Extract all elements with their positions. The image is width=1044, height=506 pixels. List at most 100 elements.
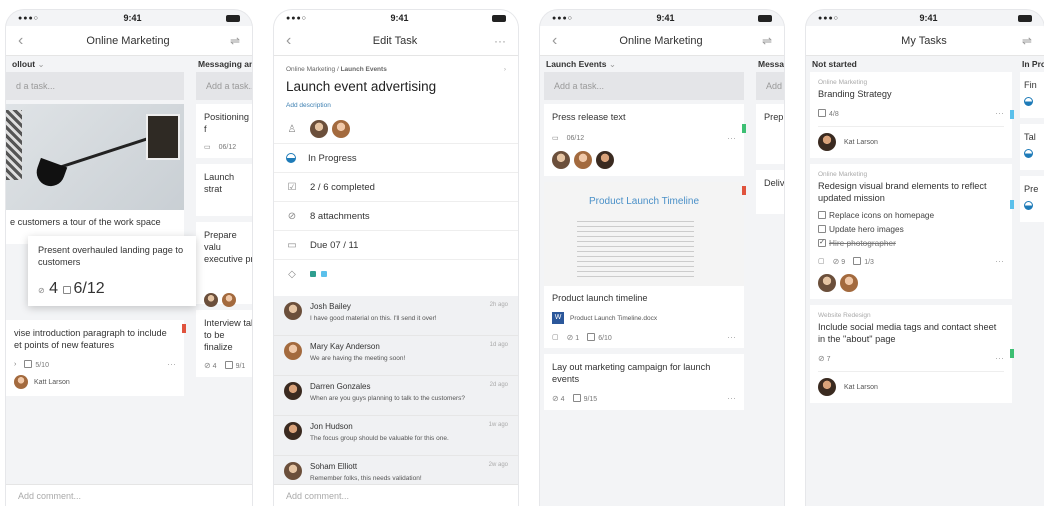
more-icon[interactable]: ··· <box>995 353 1004 363</box>
task-card[interactable]: Deliv <box>756 170 784 214</box>
task-card[interactable]: Positioning f ▭ 06/12 <box>196 104 252 158</box>
checkbox-icon <box>24 359 33 368</box>
assignee-row: Kat Larson <box>818 126 1004 151</box>
avatar <box>818 378 836 396</box>
card-meta: ▭ 06/12 <box>204 143 252 152</box>
status-bar: ●●●○ 9:41 <box>274 10 518 26</box>
task-card[interactable]: Prep <box>756 104 784 164</box>
picture-frame <box>6 110 22 180</box>
checklist-field[interactable]: ☑ 2 / 6 completed <box>274 173 518 202</box>
task-card[interactable]: Product Launch Timeline Product launch t… <box>544 182 746 348</box>
more-icon[interactable]: ··· <box>727 332 736 342</box>
wall-frame <box>146 114 180 160</box>
attachment-count: 7 <box>826 355 831 363</box>
card-title: Redesign visual brand elements to reflec… <box>818 181 987 203</box>
task-card[interactable]: Lay out marketing campaign for launch ev… <box>544 354 744 410</box>
more-icon[interactable]: ··· <box>167 359 176 369</box>
checklist-item[interactable]: Update hero images <box>818 224 1004 234</box>
more-icon[interactable]: ··· <box>490 34 506 48</box>
breadcrumb[interactable]: Online Marketing / Launch Events › <box>286 66 506 73</box>
card-meta: ▭ 06/12 ··· <box>552 133 736 143</box>
add-task-input[interactable]: Add a task... <box>196 72 252 100</box>
bucket-header[interactable]: Messag <box>752 56 784 72</box>
avatar <box>204 293 218 307</box>
checked-box-icon[interactable]: ✓ <box>818 239 826 247</box>
task-card[interactable]: vise introduction paragraph to include e… <box>6 320 186 396</box>
comment-text: Remember folks, this needs validation! <box>310 475 422 482</box>
task-title[interactable]: Launch event advertising <box>286 79 506 94</box>
add-task-input[interactable]: Add a task... <box>544 72 744 100</box>
checkbox-icon[interactable] <box>818 225 826 233</box>
back-icon[interactable]: ‹ <box>552 32 566 50</box>
add-comment-input[interactable]: Add comment... <box>274 484 518 506</box>
add-task-input[interactable]: d a task... <box>6 72 184 100</box>
add-task-input[interactable]: Add <box>756 72 784 100</box>
labels-field[interactable]: ◇ <box>274 260 518 289</box>
checklist-item[interactable]: Replace icons on homepage <box>818 210 1004 220</box>
task-card[interactable]: Online Marketing Redesign visual brand e… <box>810 164 1014 299</box>
task-card[interactable]: Tal <box>1020 124 1044 170</box>
filter-icon[interactable]: ⇌ <box>756 34 772 48</box>
task-card[interactable]: Interview tal to be finalize ⊘ 4 9/1 <box>196 310 252 377</box>
checklist-item[interactable]: ✓ Hire photographer <box>818 238 1004 248</box>
assignee-name: Kat Larson <box>844 138 878 146</box>
back-icon[interactable]: ‹ <box>286 32 300 50</box>
battery-icon <box>758 14 772 22</box>
label-flag <box>1010 349 1014 358</box>
avatar <box>310 120 328 138</box>
chevron-down-icon: ⌄ <box>608 59 616 69</box>
avatar <box>596 151 614 169</box>
task-card[interactable]: Pre <box>1020 176 1044 222</box>
progress-field[interactable]: In Progress <box>274 144 518 173</box>
task-card[interactable]: Fin <box>1020 72 1044 118</box>
more-icon[interactable]: ··· <box>995 256 1004 266</box>
checkbox-icon <box>572 393 581 402</box>
more-icon[interactable]: ··· <box>727 393 736 403</box>
battery-icon <box>1018 14 1032 22</box>
back-icon[interactable]: ‹ <box>18 32 32 50</box>
bucket-header[interactable]: Messaging and <box>192 56 252 72</box>
checkbox-icon[interactable] <box>818 211 826 219</box>
priority-flag <box>742 186 746 195</box>
checkbox-icon <box>853 256 862 265</box>
more-icon[interactable]: ··· <box>727 133 736 143</box>
bucket-header[interactable]: In Pro <box>1020 56 1044 72</box>
checkbox-icon <box>818 108 826 117</box>
task-card[interactable]: Prepare valu executive pr <box>196 222 252 307</box>
bucket-column: Launch Events ⌄ Add a task... Press rele… <box>540 56 748 506</box>
more-icon[interactable]: ··· <box>995 108 1004 118</box>
task-card-image[interactable]: e customers a tour of the work space <box>6 104 184 244</box>
battery-icon <box>226 14 240 22</box>
filter-icon[interactable]: ⇌ <box>224 34 240 48</box>
add-description-link[interactable]: Add description <box>286 102 506 109</box>
attachments-field[interactable]: ⊘ 8 attachments <box>274 202 518 231</box>
bucket-header[interactable]: Launch Events ⌄ <box>540 56 748 72</box>
comment-item: Jon Hudson 1w ago The focus group should b… <box>274 416 518 456</box>
bucket-header[interactable]: ollout ⌄ <box>6 56 188 72</box>
checklist-count: 4/8 <box>829 110 839 118</box>
assignees-field[interactable]: ♙ <box>274 115 518 144</box>
comment-author: Soham Elliott <box>310 462 358 471</box>
due-date-field[interactable]: ▭ Due 07 / 11 <box>274 231 518 260</box>
attachment-row[interactable]: W Product Launch Timeline.docx <box>552 312 736 324</box>
card-title: Positioning f <box>204 112 249 134</box>
bucket-header-label: ollout <box>12 59 36 69</box>
card-title: Press release text <box>552 112 626 122</box>
checklist-item-label: Update hero images <box>829 224 904 234</box>
checklist-item-label: Hire photographer <box>829 238 896 248</box>
assignee-row: Katt Larson <box>14 375 176 389</box>
card-meta: ▢ ⊘ 9 1/3 ··· <box>818 256 1004 266</box>
card-title: Lay out marketing campaign for launch ev… <box>552 362 711 384</box>
task-card[interactable]: Website Redesign Include social media ta… <box>810 305 1014 403</box>
task-card[interactable]: Online Marketing Branding Strategy 4/8 ··… <box>810 72 1014 158</box>
attachment-icon: ⊘ <box>552 393 559 403</box>
page-title: Edit Task <box>372 34 418 47</box>
filter-icon[interactable]: ⇌ <box>1016 34 1032 48</box>
task-card[interactable]: Press release text ▭ 06/12 ··· <box>544 104 746 176</box>
task-card[interactable]: Launch strat <box>196 164 252 216</box>
add-comment-input[interactable]: Add comment... <box>6 484 252 506</box>
bucket-header[interactable]: Not started <box>806 56 1016 72</box>
tag-icon: ◇ <box>288 269 296 280</box>
calendar-icon: ▭ <box>552 135 559 142</box>
dragging-task-card[interactable]: Present overhauled landing page to custo… <box>28 236 196 306</box>
